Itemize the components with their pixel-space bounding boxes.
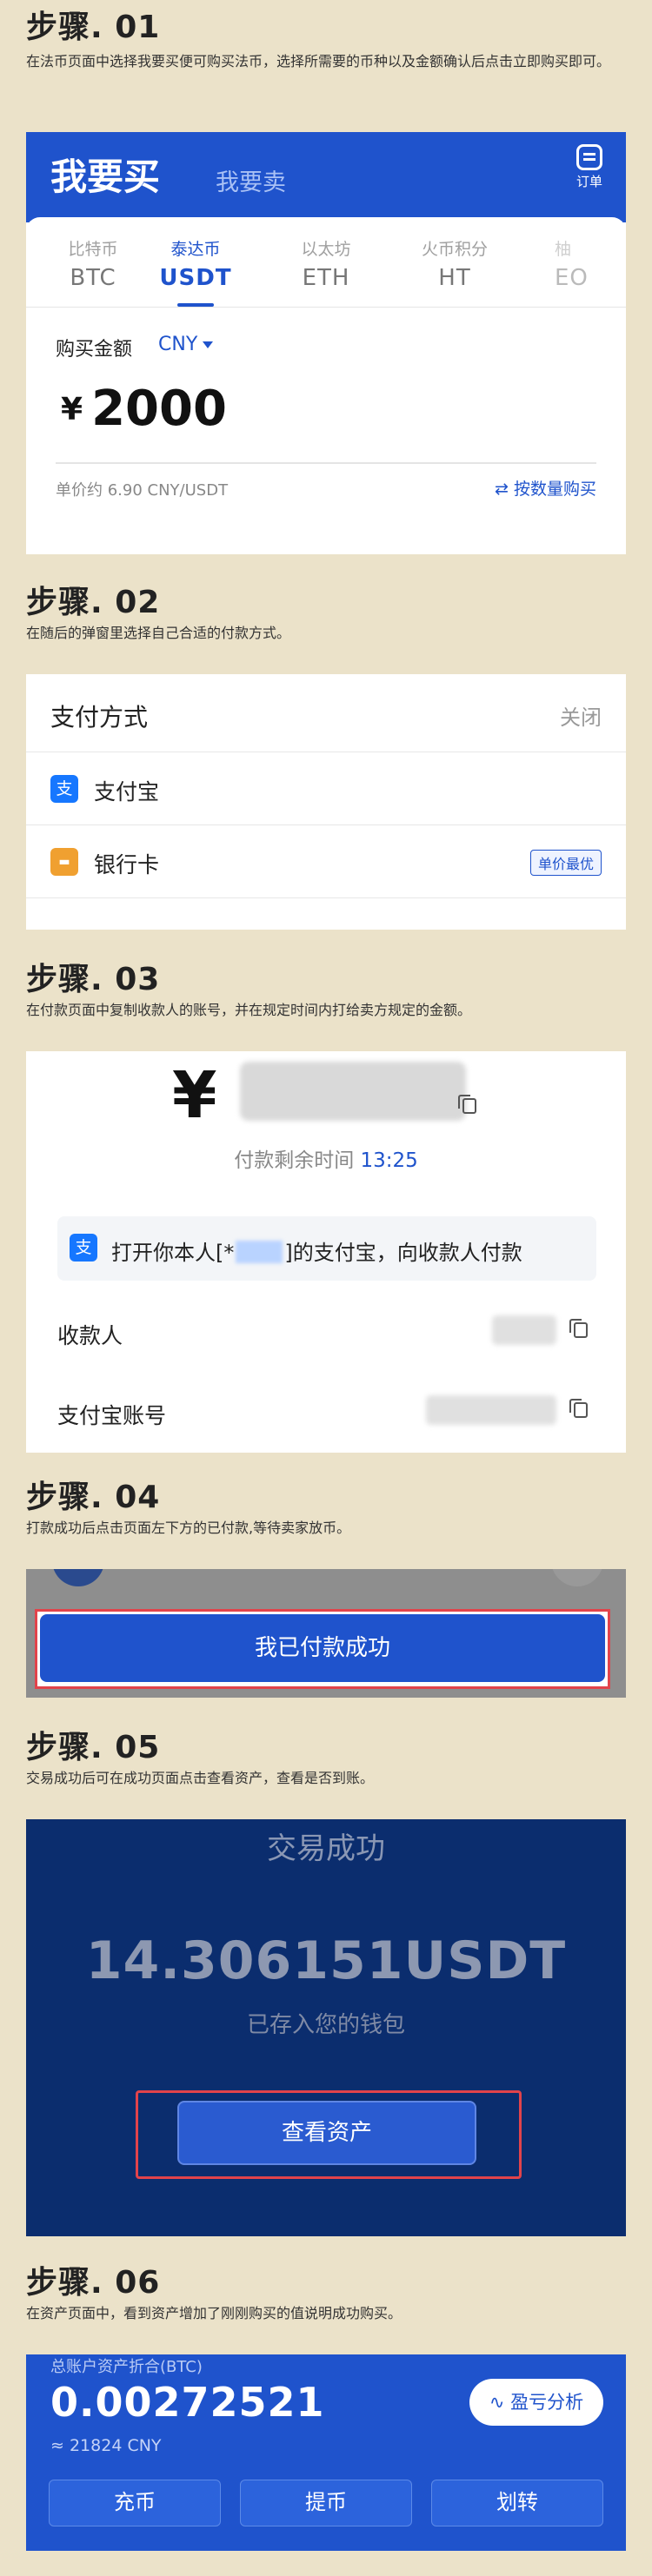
blurred-amount xyxy=(240,1062,466,1121)
step-3-header: 步骤. 03 在付款页面中复制收款人的账号，并在规定时间内打给卖方规定的金额。 xyxy=(26,961,635,1022)
step-title: 步骤. 03 xyxy=(26,962,161,997)
pnl-analysis-button[interactable]: ∿ 盈亏分析 xyxy=(469,2379,603,2426)
tab-ht[interactable]: 火币积分 HT xyxy=(407,236,502,291)
best-price-badge: 单价最优 xyxy=(529,850,602,876)
payment-screen: ¥ 付款剩余时间 13:25 支 打开你本人[* ]的支付宝，向收款人付款 收款人… xyxy=(26,1051,626,1453)
total-assets-label: 总账户资产折合(BTC) xyxy=(50,2358,203,2376)
step-title: 步骤. 01 xyxy=(26,10,161,45)
alipay-account-label: 支付宝账号 xyxy=(57,1403,167,1428)
step-description: 在付款页面中复制收款人的账号，并在规定时间内打给卖方规定的金额。 xyxy=(26,1002,472,1018)
paid-confirm-screen: 我已付款成功 xyxy=(26,1569,626,1698)
step-title: 步骤. 02 xyxy=(26,585,161,620)
dim-element xyxy=(551,1569,603,1586)
dim-element xyxy=(52,1569,104,1586)
yen-symbol: ¥ xyxy=(172,1058,217,1133)
step-description: 打款成功后点击页面左下方的已付款,等待卖家放币。 xyxy=(26,1520,351,1536)
step-title: 步骤. 05 xyxy=(26,1730,161,1765)
step-5-header: 步骤. 05 交易成功后可在成功页面点击查看资产，查看是否到账。 xyxy=(26,1729,635,1790)
tab-btc[interactable]: 比特币 BTC xyxy=(45,236,141,291)
payment-countdown: 付款剩余时间 13:25 xyxy=(26,1143,626,1173)
orders-button[interactable]: 订单 xyxy=(570,144,609,190)
buy-card: 比特币 BTC 泰达币 USDT 以太坊 ETH 火币积分 HT 柚 EO 购买金额 CN… xyxy=(26,217,626,554)
step-6-header: 步骤. 06 在资产页面中，看到资产增加了刚刚购买的值说明成功购买。 xyxy=(26,2264,635,2325)
withdraw-button[interactable]: 提币 xyxy=(240,2480,412,2526)
total-assets-value: 0.00272521 xyxy=(50,2379,325,2426)
trade-success-screen: 交易成功 14.306151USDT 已存入您的钱包 查看资产 xyxy=(26,1819,626,2236)
paid-button[interactable]: 我已付款成功 xyxy=(40,1614,605,1682)
payee-label: 收款人 xyxy=(57,1323,123,1348)
sheet-header: 支付方式 关闭 xyxy=(26,674,626,752)
alipay-icon: 支 xyxy=(50,775,78,803)
orders-label: 订单 xyxy=(575,174,602,189)
notice-text: 打开你本人[* ]的支付宝，向收款人付款 xyxy=(111,1235,522,1266)
copy-icon[interactable] xyxy=(569,1399,588,1418)
amount-value: 2000 xyxy=(91,381,227,437)
notice-text-end: ]的支付宝，向收款人付款 xyxy=(284,1241,522,1265)
payment-option-label: 支付宝 xyxy=(94,779,160,805)
success-amount: 14.306151USDT xyxy=(85,1930,567,1991)
success-subtitle: 已存入您的钱包 xyxy=(246,2012,405,2038)
coin-cn-name: 比特币 xyxy=(68,240,118,259)
currency-select[interactable]: CNY xyxy=(158,334,214,355)
coin-symbol: BTC xyxy=(70,265,116,291)
step-1-header: 步骤. 01 在法币页面中选择我要买便可购买法币，选择所需要的币种以及金额确认后… xyxy=(26,9,635,73)
assets-screen: 总账户资产折合(BTC) 0.00272521 ≈ 21824 CNY ∿ 盈亏… xyxy=(26,2354,626,2551)
copy-icon[interactable] xyxy=(569,1319,588,1338)
transfer-button[interactable]: 划转 xyxy=(431,2480,603,2526)
amount-label: 购买金额 xyxy=(56,339,133,361)
close-button[interactable]: 关闭 xyxy=(560,700,602,731)
step-description: 在资产页面中，看到资产增加了刚刚购买的值说明成功购买。 xyxy=(26,2305,403,2321)
total-assets-cny: ≈ 21824 CNY xyxy=(50,2436,162,2455)
coin-symbol: ETH xyxy=(302,265,350,291)
masked-name xyxy=(236,1241,283,1263)
alipay-notice: 支 打开你本人[* ]的支付宝，向收款人付款 xyxy=(57,1216,596,1281)
payment-option-label: 银行卡 xyxy=(94,852,160,877)
currency-value: CNY xyxy=(158,334,198,355)
notice-text-start: 打开你本人[* xyxy=(111,1241,235,1265)
buy-by-quantity-link[interactable]: ⇄ 按数量购买 xyxy=(495,476,596,500)
tab-eos[interactable]: 柚 EO xyxy=(555,236,626,291)
deposit-button[interactable]: 充币 xyxy=(49,2480,221,2526)
payment-method-sheet: 支付方式 关闭 支 支付宝 ▬ 银行卡 单价最优 xyxy=(26,674,626,930)
countdown-label: 付款剩余时间 xyxy=(234,1149,355,1172)
tab-buy[interactable]: 我要买 xyxy=(50,148,160,201)
copy-icon[interactable] xyxy=(458,1095,476,1114)
yen-symbol: ¥ xyxy=(61,392,83,427)
order-icon xyxy=(576,144,602,170)
coin-symbol: USDT xyxy=(159,265,232,291)
step-description: 交易成功后可在成功页面点击查看资产，查看是否到账。 xyxy=(26,1770,375,1786)
sheet-title: 支付方式 xyxy=(50,703,149,732)
alipay-icon: 支 xyxy=(70,1234,97,1262)
coin-cn-name: 泰达币 xyxy=(170,240,221,259)
bank-card-icon: ▬ xyxy=(50,848,78,876)
success-title: 交易成功 xyxy=(267,1831,385,1866)
step-title: 步骤. 06 xyxy=(26,2265,161,2301)
step-4-header: 步骤. 04 打款成功后点击页面左下方的已付款,等待卖家放币。 xyxy=(26,1479,635,1540)
divider xyxy=(56,462,596,464)
tab-sell[interactable]: 我要卖 xyxy=(216,163,286,197)
amount-input[interactable]: ¥2000 xyxy=(61,381,227,437)
coin-symbol: HT xyxy=(438,265,471,291)
coin-symbol: EO xyxy=(555,265,589,291)
step-title: 步骤. 04 xyxy=(26,1480,161,1515)
blurred-account xyxy=(426,1395,556,1425)
buy-sell-header: 我要买 我要卖 订单 xyxy=(26,132,626,222)
step-2-header: 步骤. 02 在随后的弹窗里选择自己合适的付款方式。 xyxy=(26,584,635,645)
coin-cn-name: 火币积分 xyxy=(421,240,488,259)
coin-cn-name: 柚 xyxy=(555,240,572,259)
tab-usdt[interactable]: 泰达币 USDT xyxy=(148,236,243,307)
view-assets-button[interactable]: 查看资产 xyxy=(177,2101,476,2165)
unit-price: 单价约 6.90 CNY/USDT xyxy=(56,481,229,500)
payment-option-alipay[interactable]: 支 支付宝 xyxy=(26,752,626,825)
buy-screen: 我要买 我要卖 订单 比特币 BTC 泰达币 USDT 以太坊 ETH 火币积分 HT … xyxy=(26,132,626,554)
coin-cn-name: 以太坊 xyxy=(301,240,351,259)
coin-tabs: 比特币 BTC 泰达币 USDT 以太坊 ETH 火币积分 HT 柚 EO xyxy=(26,217,626,308)
blurred-payee xyxy=(492,1315,556,1345)
tab-eth[interactable]: 以太坊 ETH xyxy=(278,236,374,291)
step-description: 在法币页面中选择我要买便可购买法币，选择所需要的币种以及金额确认后点击立即购买即… xyxy=(26,53,611,70)
payment-option-bank-card[interactable]: ▬ 银行卡 单价最优 xyxy=(26,825,626,898)
chevron-down-icon xyxy=(203,341,214,348)
countdown-value: 13:25 xyxy=(360,1149,418,1172)
step-description: 在随后的弹窗里选择自己合适的付款方式。 xyxy=(26,625,291,641)
